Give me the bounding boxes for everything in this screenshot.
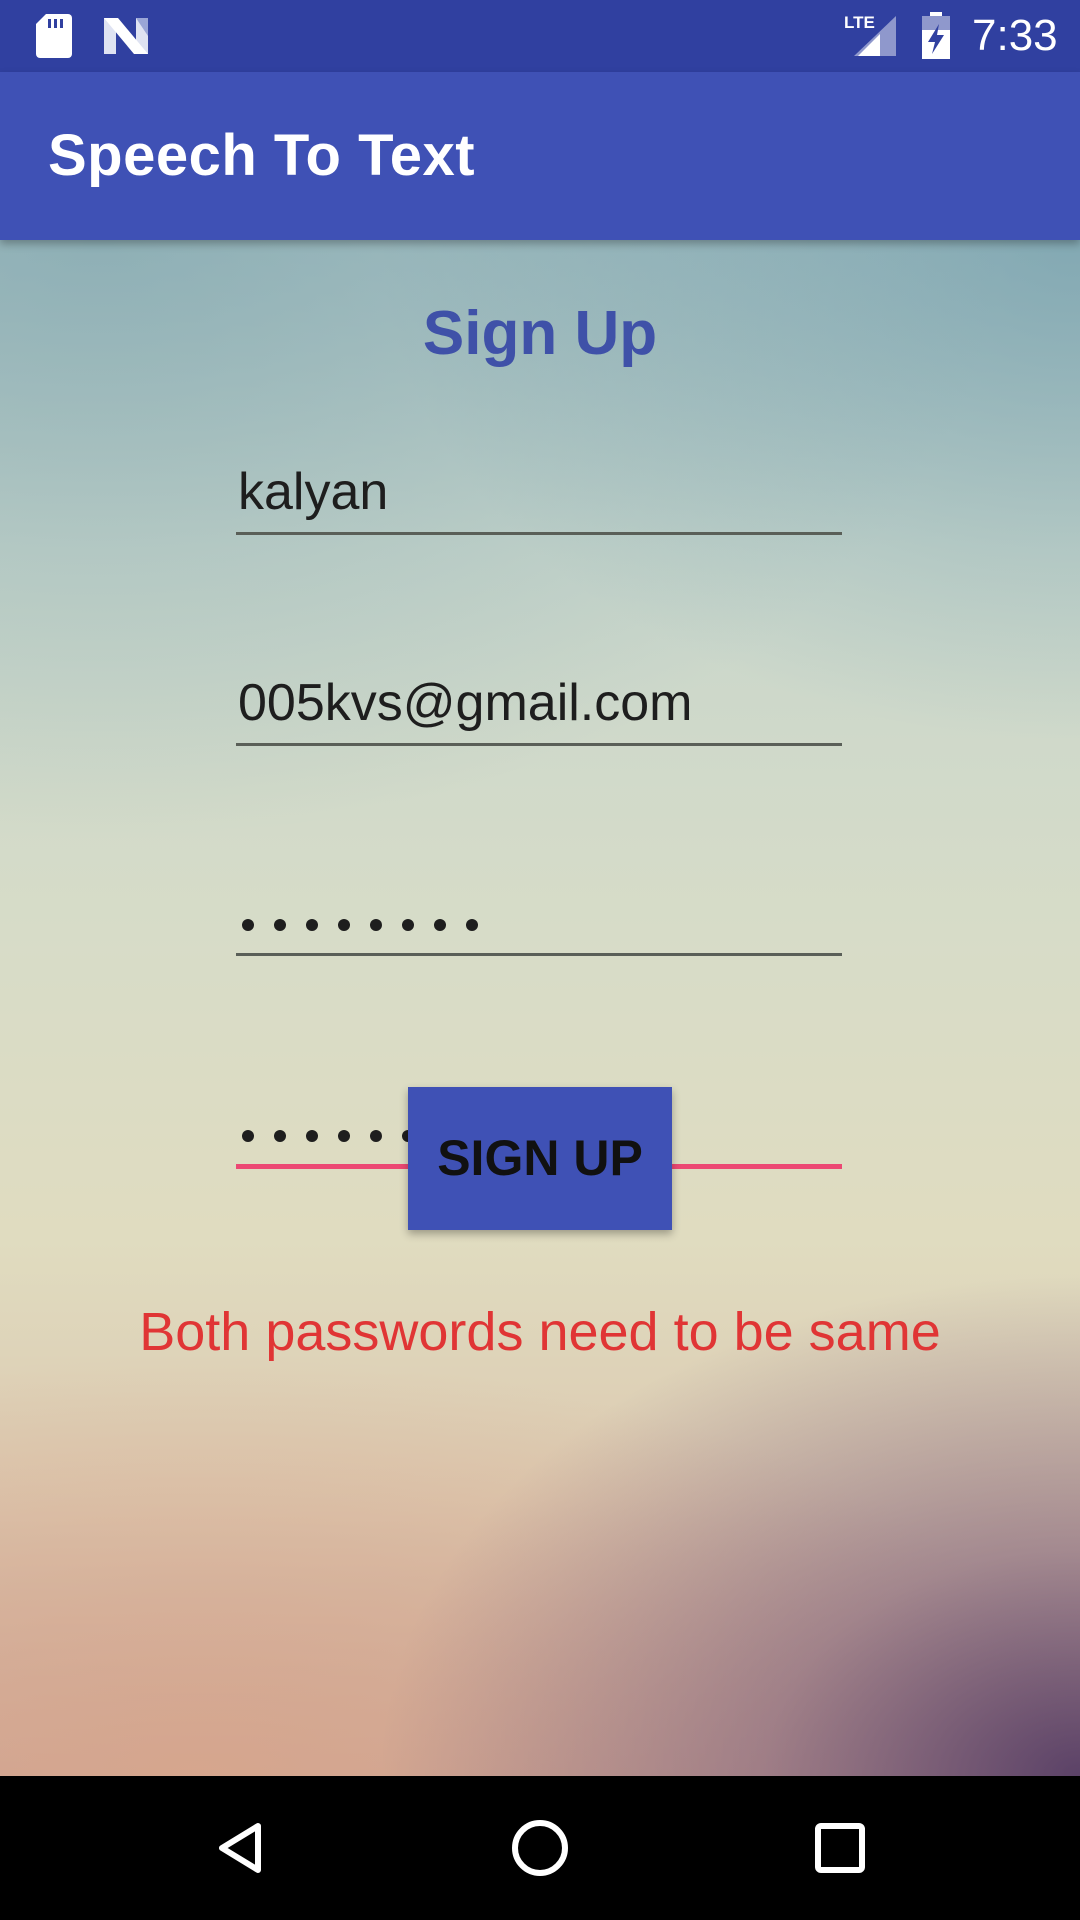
page-title: Sign Up (422, 299, 658, 368)
lte-signal-icon: LTE (844, 13, 896, 56)
email-value: 005kvs@gmail.com (238, 674, 693, 732)
sd-card-icon (36, 14, 72, 58)
app-title: Speech To Text (48, 123, 476, 188)
username-field[interactable]: kalyan (236, 452, 842, 535)
password-mask (242, 919, 478, 931)
password-field[interactable] (236, 873, 842, 956)
error-message: Both passwords need to be same (139, 1302, 941, 1362)
network-label: LTE (844, 13, 875, 32)
recents-button[interactable] (800, 1808, 880, 1888)
signup-content: Sign Up kalyan 005kvs@gmail.com SIGN UP … (0, 240, 1080, 1776)
status-bar: LTE 7:33 (0, 0, 1080, 72)
home-button[interactable] (500, 1808, 580, 1888)
back-button[interactable] (200, 1808, 280, 1888)
status-clock: 7:33 (972, 11, 1058, 60)
recents-icon (815, 1823, 865, 1873)
home-icon (512, 1820, 568, 1876)
n-logo-icon (104, 18, 148, 54)
signup-button[interactable]: SIGN UP (408, 1087, 672, 1230)
screen: LTE 7:33 Speech To Text Sign Up kalyan 0… (0, 0, 1080, 1920)
app-bar: Speech To Text (0, 72, 1080, 240)
back-icon (219, 1823, 261, 1873)
email-field[interactable]: 005kvs@gmail.com (236, 663, 842, 746)
navigation-bar (0, 1776, 1080, 1920)
battery-charging-icon (922, 12, 950, 59)
username-value: kalyan (238, 463, 389, 521)
